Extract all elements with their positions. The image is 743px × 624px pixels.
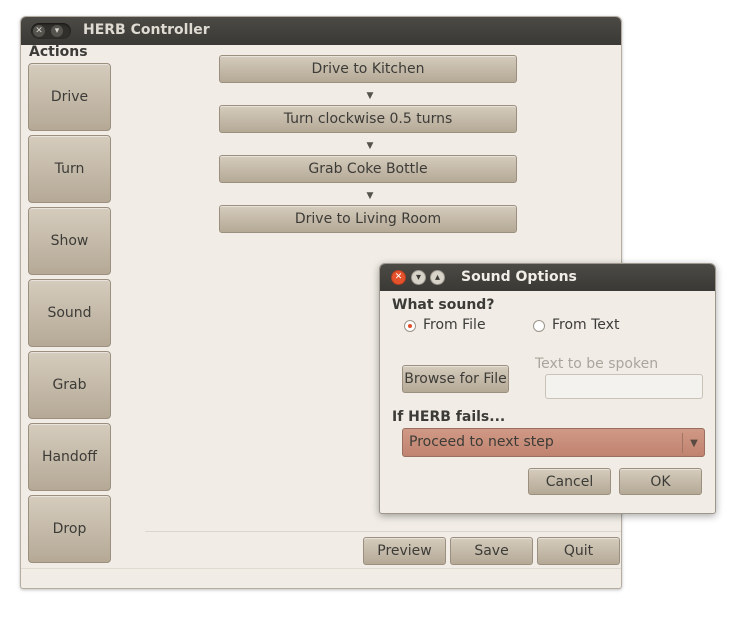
cancel-button[interactable]: Cancel: [528, 468, 611, 495]
from-file-option[interactable]: From File: [404, 317, 524, 335]
separator: [145, 531, 621, 532]
maximize-icon[interactable]: ▴: [430, 270, 445, 285]
text-to-speak-input[interactable]: [545, 374, 703, 399]
browse-file-button[interactable]: Browse for File: [402, 365, 509, 393]
select-divider: [682, 433, 683, 453]
text-spoken-label: Text to be spoken: [535, 356, 659, 372]
window-title: HERB Controller: [83, 22, 210, 38]
step-turn-clockwise[interactable]: Turn clockwise 0.5 turns: [219, 105, 517, 133]
fail-behavior-label: If HERB fails...: [392, 409, 506, 425]
arrow-down-icon: ▼: [366, 141, 374, 151]
close-icon[interactable]: ✕: [33, 25, 45, 37]
from-text-option[interactable]: From Text: [533, 317, 653, 335]
titlebar-buttons: ✕ ▾: [31, 23, 71, 39]
action-sound-button[interactable]: Sound: [28, 279, 111, 347]
actions-heading: Actions: [29, 44, 88, 60]
action-drop-button[interactable]: Drop: [28, 495, 111, 563]
from-file-label: From File: [423, 317, 486, 333]
dialog-titlebar[interactable]: ✕ ▾ ▴ Sound Options: [380, 264, 715, 291]
step-drive-living-room[interactable]: Drive to Living Room: [219, 205, 517, 233]
what-sound-label: What sound?: [392, 297, 495, 313]
fail-behavior-select[interactable]: Proceed to next step ▼: [402, 428, 705, 457]
action-grab-button[interactable]: Grab: [28, 351, 111, 419]
from-file-radio[interactable]: [404, 320, 416, 332]
close-icon[interactable]: ✕: [391, 270, 406, 285]
arrow-down-icon: ▼: [366, 191, 374, 201]
arrow-down-icon: ▼: [366, 91, 374, 101]
main-titlebar[interactable]: ✕ ▾ HERB Controller: [21, 17, 621, 45]
step-drive-kitchen[interactable]: Drive to Kitchen: [219, 55, 517, 83]
preview-button[interactable]: Preview: [363, 537, 446, 565]
save-button[interactable]: Save: [450, 537, 533, 565]
ok-button[interactable]: OK: [619, 468, 702, 495]
dropdown-arrow-icon: ▼: [690, 437, 698, 449]
fail-behavior-value: Proceed to next step: [409, 434, 554, 450]
action-drive-button[interactable]: Drive: [28, 63, 111, 131]
step-grab-bottle[interactable]: Grab Coke Bottle: [219, 155, 517, 183]
from-text-label: From Text: [552, 317, 620, 333]
status-bar: [21, 568, 621, 569]
sound-options-dialog: ✕ ▾ ▴ Sound Options What sound? From Fil…: [379, 263, 716, 514]
action-handoff-button[interactable]: Handoff: [28, 423, 111, 491]
action-show-button[interactable]: Show: [28, 207, 111, 275]
quit-button[interactable]: Quit: [537, 537, 620, 565]
minimize-icon[interactable]: ▾: [411, 270, 426, 285]
dialog-title: Sound Options: [461, 269, 577, 285]
action-turn-button[interactable]: Turn: [28, 135, 111, 203]
from-text-radio[interactable]: [533, 320, 545, 332]
minimize-icon[interactable]: ▾: [51, 25, 63, 37]
